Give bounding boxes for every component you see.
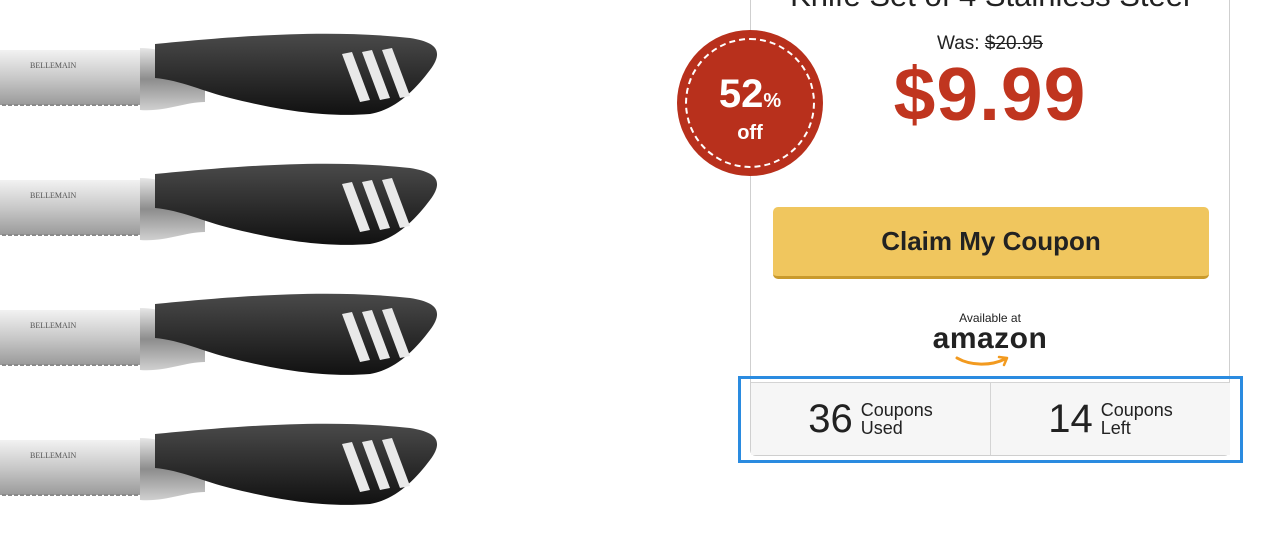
product-title: Knife Set of 4 Stainless Steel: [751, 0, 1229, 11]
discount-number: 52: [718, 72, 764, 116]
coupons-used-label-1: Coupons: [860, 400, 933, 420]
coupons-used-count: 36: [808, 396, 853, 441]
product-image: BELLEMAIN BELLEMAIN BELLEMAIN BELLEMAIN: [0, 0, 470, 549]
discount-off-label: off: [737, 122, 763, 144]
coupons-left: 14 Coupons Left: [990, 383, 1230, 455]
brand-engraving: BELLEMAIN: [30, 191, 76, 200]
coupons-left-count: 14: [1048, 396, 1093, 441]
claim-coupon-button[interactable]: Claim My Coupon: [773, 207, 1209, 279]
discount-badge: 52% off: [677, 30, 823, 176]
brand-engraving: BELLEMAIN: [30, 61, 76, 70]
knife-1: BELLEMAIN: [0, 32, 439, 116]
coupons-left-label-2: Left: [1100, 418, 1131, 438]
discount-symbol: %: [763, 90, 782, 112]
amazon-logo: amazon: [932, 322, 1048, 355]
knife-3: BELLEMAIN: [0, 292, 439, 376]
coupons-used: 36 Coupons Used: [751, 383, 990, 455]
coupon-stats: 36 Coupons Used 14 Coupons Left: [738, 376, 1243, 463]
amazon-smile-icon: [955, 355, 1009, 367]
knife-2: BELLEMAIN: [0, 162, 439, 246]
discount-percent: 52%: [677, 72, 823, 117]
brand-engraving: BELLEMAIN: [30, 321, 76, 330]
knife-4: BELLEMAIN: [0, 422, 439, 506]
coupons-left-label-1: Coupons: [1100, 400, 1173, 420]
brand-engraving: BELLEMAIN: [30, 451, 76, 460]
coupons-used-label-2: Used: [860, 418, 903, 438]
